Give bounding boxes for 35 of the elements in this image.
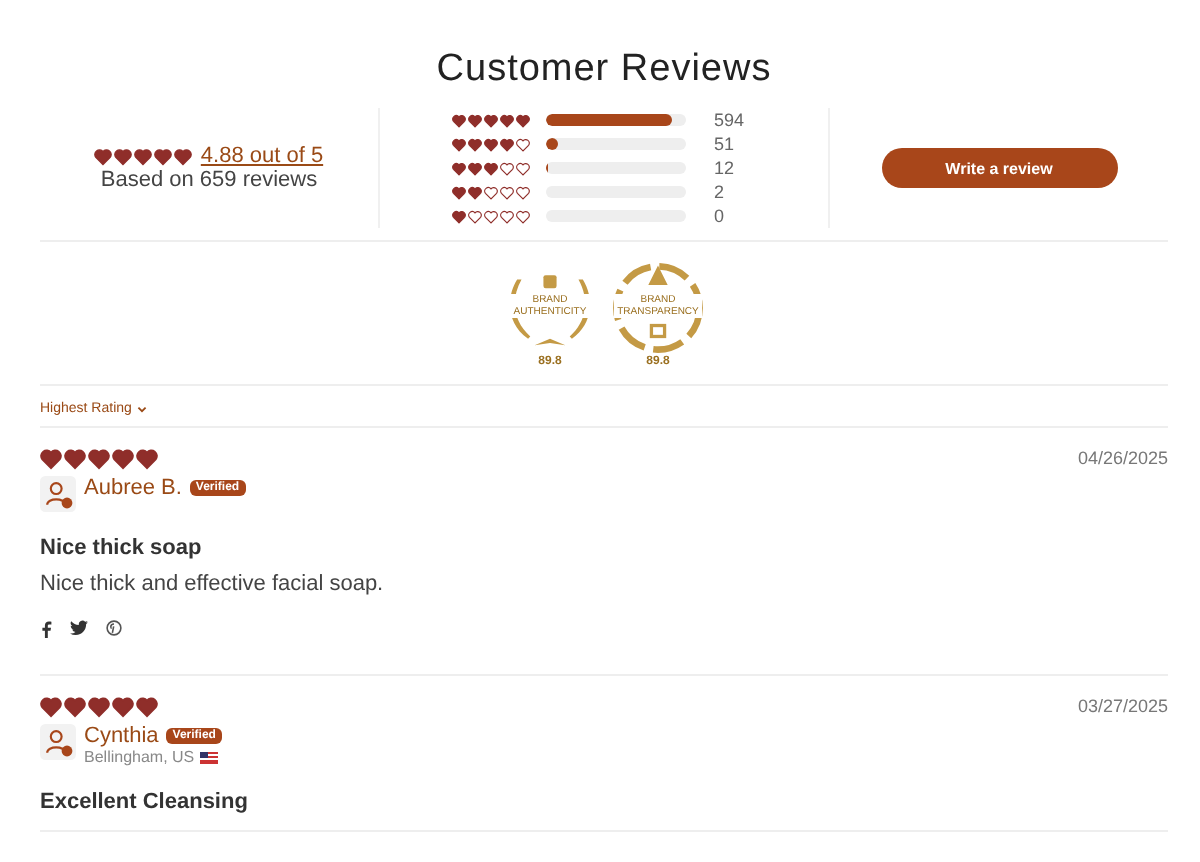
reviewer-name: Cynthia	[84, 724, 159, 748]
review-date: 03/27/2025	[1077, 696, 1168, 718]
filled-heart-icon	[40, 448, 62, 470]
flag-icon	[200, 751, 219, 763]
page-title: Customer Reviews	[434, 46, 774, 92]
review-title: Nice thick soap	[40, 536, 204, 560]
filled-heart-icon	[40, 696, 62, 718]
user-avatar-icon	[40, 476, 76, 512]
facebook-icon[interactable]	[40, 620, 52, 638]
user-avatar-icon	[40, 724, 76, 760]
ring-badge-icon	[612, 262, 704, 354]
rating-count: 12	[714, 158, 735, 178]
review-text: Nice thick and effective facial soap.	[40, 572, 386, 596]
review-count: Based on 659 reviews	[100, 168, 318, 192]
filled-heart-icon	[64, 448, 86, 470]
pinterest-icon[interactable]	[106, 620, 122, 636]
filled-heart-icon	[88, 696, 110, 718]
write-review-button[interactable]: Write a review	[881, 148, 1117, 188]
filled-heart-icon	[88, 448, 110, 470]
filled-heart-icon	[112, 448, 134, 470]
rating-count: 0	[714, 206, 725, 226]
twitter-icon[interactable]	[70, 620, 88, 636]
reviewer-location: Bellingham, US	[84, 748, 222, 766]
review-title: Excellent Cleansing	[40, 790, 250, 814]
chevron-down-icon	[135, 403, 148, 415]
reviewer-name: Aubree B.	[84, 476, 182, 500]
rating-count: 51	[714, 134, 735, 154]
rating-count: 2	[714, 182, 725, 202]
filled-heart-icon	[64, 696, 86, 718]
filled-heart-icon	[136, 448, 158, 470]
average-rating-link[interactable]: 4.88 out of 5	[200, 144, 324, 168]
filled-heart-icon	[112, 696, 134, 718]
filled-heart-icon	[136, 696, 158, 718]
review-date: 04/26/2025	[1077, 448, 1168, 470]
rating-count: 594	[714, 110, 745, 130]
